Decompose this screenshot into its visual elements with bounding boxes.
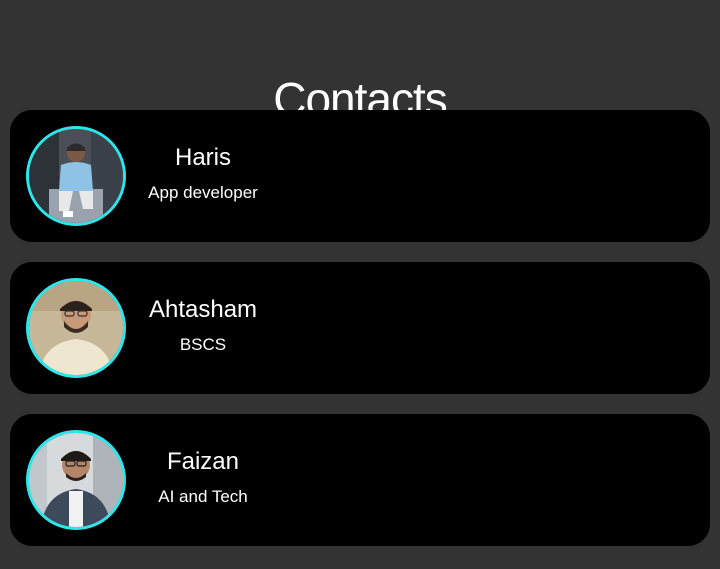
contact-info: Faizan AI and Tech xyxy=(138,446,268,508)
contact-role: App developer xyxy=(148,183,258,202)
contact-card-faizan[interactable]: Faizan AI and Tech xyxy=(10,414,710,546)
contact-card-haris[interactable]: Haris App developer xyxy=(10,110,710,242)
contact-avatar xyxy=(26,430,126,530)
contact-info: Haris App developer xyxy=(138,142,268,204)
contact-name: Haris xyxy=(174,144,231,171)
contact-role: BSCS xyxy=(179,335,227,354)
contact-card-ahtasham[interactable]: Ahtasham BSCS xyxy=(10,262,710,394)
person-photo-icon xyxy=(29,129,123,223)
contact-avatar xyxy=(26,278,126,378)
contact-name: Faizan xyxy=(166,448,240,475)
contact-role: AI and Tech xyxy=(158,487,248,506)
person-photo-icon xyxy=(29,433,123,527)
contact-info: Ahtasham BSCS xyxy=(138,294,268,356)
person-photo-icon xyxy=(29,281,123,375)
contact-avatar xyxy=(26,126,126,226)
contact-name: Ahtasham xyxy=(148,296,258,323)
